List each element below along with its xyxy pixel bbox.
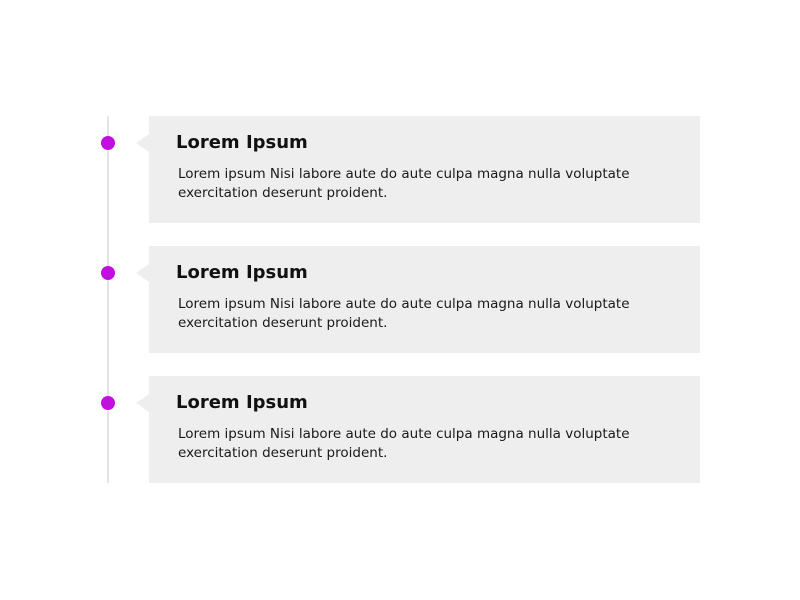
card-pointer [136, 264, 149, 282]
card-pointer [136, 134, 149, 152]
card-title: Lorem Ipsum [176, 262, 308, 283]
timeline-item: Lorem Ipsum Lorem ipsum Nisi labore aute… [0, 376, 800, 483]
timeline-card: Lorem Ipsum Lorem ipsum Nisi labore aute… [136, 116, 700, 223]
timeline-item: Lorem Ipsum Lorem ipsum Nisi labore aute… [0, 116, 800, 223]
card-title: Lorem Ipsum [176, 132, 308, 153]
card-body: Lorem ipsum Nisi labore aute do aute cul… [178, 296, 630, 331]
timeline: Lorem Ipsum Lorem ipsum Nisi labore aute… [0, 0, 800, 600]
card-body: Lorem ipsum Nisi labore aute do aute cul… [178, 426, 630, 461]
card-pointer [136, 394, 149, 412]
timeline-item: Lorem Ipsum Lorem ipsum Nisi labore aute… [0, 246, 800, 353]
card-title: Lorem Ipsum [176, 392, 308, 413]
timeline-dot [101, 396, 115, 410]
timeline-dot [101, 136, 115, 150]
card-body: Lorem ipsum Nisi labore aute do aute cul… [178, 166, 630, 201]
timeline-dot [101, 266, 115, 280]
timeline-card: Lorem Ipsum Lorem ipsum Nisi labore aute… [136, 246, 700, 353]
timeline-card: Lorem Ipsum Lorem ipsum Nisi labore aute… [136, 376, 700, 483]
